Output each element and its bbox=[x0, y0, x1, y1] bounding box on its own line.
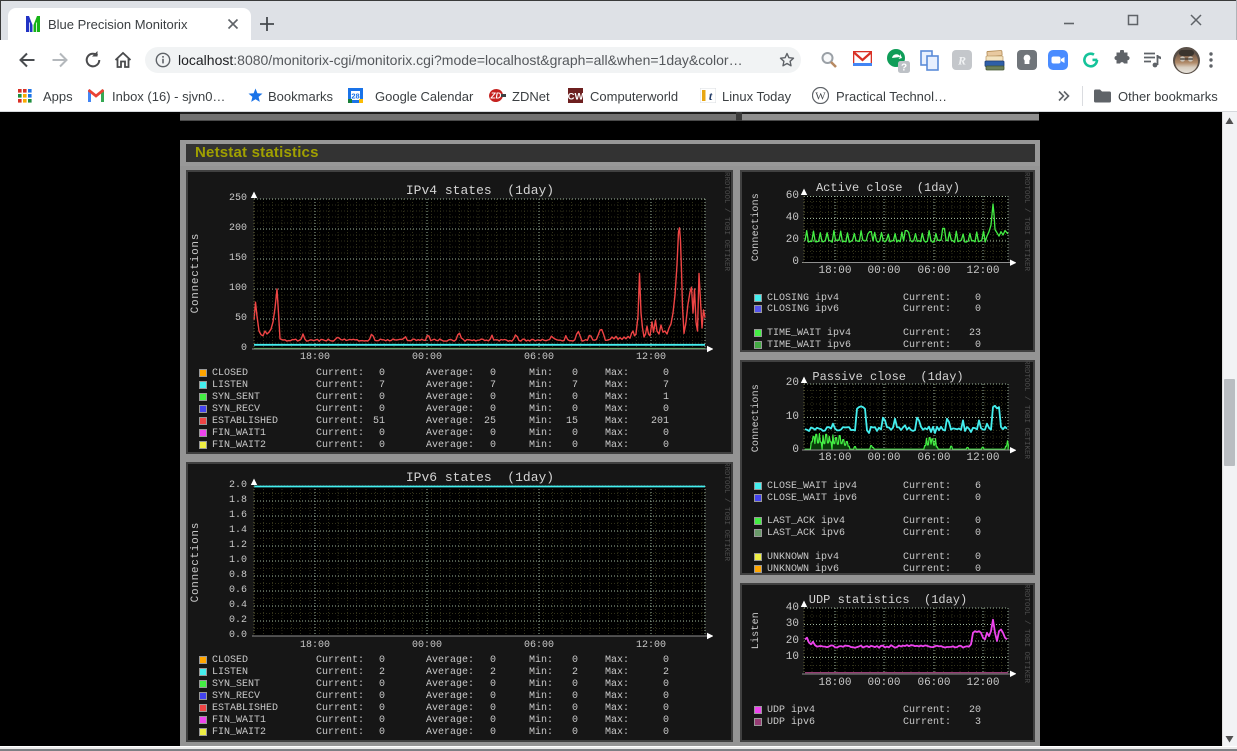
svg-text:ZD: ZD bbox=[490, 92, 502, 101]
svg-text:W: W bbox=[815, 91, 826, 103]
svg-text:28: 28 bbox=[351, 92, 359, 101]
svg-text:?: ? bbox=[901, 63, 907, 74]
svg-text:R: R bbox=[957, 54, 966, 68]
svg-text:CW: CW bbox=[568, 92, 583, 103]
